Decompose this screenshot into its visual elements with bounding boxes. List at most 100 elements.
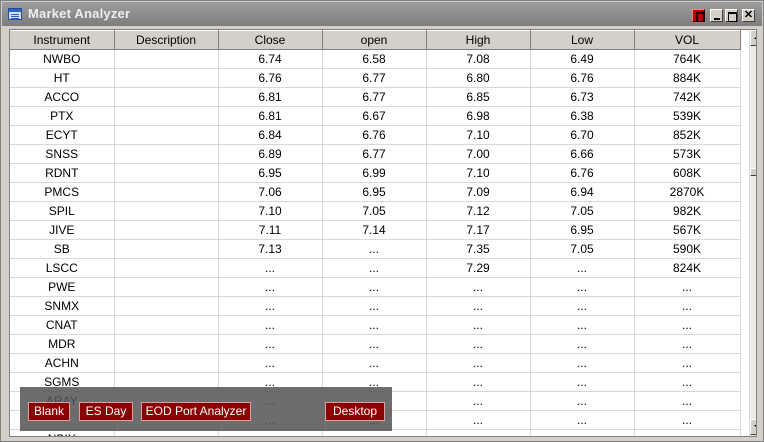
cell-high: 7.00 bbox=[426, 144, 531, 164]
cell-vol: 982K bbox=[634, 201, 741, 221]
cell-instrument: HT bbox=[10, 68, 115, 88]
cell-high: ... bbox=[426, 391, 531, 411]
cell-open: 6.67 bbox=[322, 106, 427, 126]
cell-high: ... bbox=[426, 353, 531, 373]
cell-description bbox=[114, 87, 219, 107]
blank-workspace-button[interactable]: Blank bbox=[28, 402, 70, 421]
minimize-button[interactable] bbox=[710, 9, 723, 22]
cell-vol: ... bbox=[634, 315, 741, 335]
cell-low: ... bbox=[530, 315, 635, 335]
cell-close: 7.10 bbox=[218, 201, 323, 221]
column-header-open[interactable]: open bbox=[322, 30, 427, 50]
market-analyzer-grid: Instrument Description Close open High L… bbox=[9, 29, 757, 437]
cell-high: 7.12 bbox=[426, 201, 531, 221]
scroll-up-arrow-icon[interactable] bbox=[750, 30, 756, 46]
table-row[interactable]: HT 6.76 6.77 6.80 6.76 884K bbox=[10, 68, 741, 88]
workspace-toolbar: Blank ES Day EOD Port Analyzer Desktop bbox=[20, 387, 392, 431]
scroll-thumb[interactable] bbox=[750, 168, 756, 176]
cell-high: 7.29 bbox=[426, 258, 531, 278]
cell-vol: 2870K bbox=[634, 182, 741, 202]
cell-low: ... bbox=[530, 429, 635, 436]
window-title: Market Analyzer bbox=[28, 6, 131, 21]
table-row[interactable]: SNMX............... bbox=[10, 296, 741, 316]
cell-vol: 764K bbox=[634, 49, 741, 69]
cell-description bbox=[114, 125, 219, 145]
cell-open: 6.99 bbox=[322, 163, 427, 183]
cell-instrument: NWBO bbox=[10, 49, 115, 69]
cell-instrument: PMCS bbox=[10, 182, 115, 202]
cell-low: 6.70 bbox=[530, 125, 635, 145]
table-row[interactable]: NWBO 6.74 6.58 7.08 6.49 764K bbox=[10, 49, 741, 69]
table-row[interactable]: PWE............... bbox=[10, 277, 741, 297]
cell-vol: 824K bbox=[634, 258, 741, 278]
cell-instrument: SPIL bbox=[10, 201, 115, 221]
cell-close: 6.95 bbox=[218, 163, 323, 183]
table-row[interactable]: ECYT 6.84 6.76 7.10 6.70 852K bbox=[10, 125, 741, 145]
cell-high: 7.09 bbox=[426, 182, 531, 202]
cell-open: ... bbox=[322, 239, 427, 259]
cell-vol: ... bbox=[634, 429, 741, 436]
market-analyzer-window: Market Analyzer ✕ Instrument Description… bbox=[0, 0, 764, 442]
cell-close: 6.81 bbox=[218, 87, 323, 107]
cell-instrument: PWE bbox=[10, 277, 115, 297]
cell-open: ... bbox=[322, 315, 427, 335]
cell-high: ... bbox=[426, 296, 531, 316]
cell-vol: 567K bbox=[634, 220, 741, 240]
cell-close: 6.89 bbox=[218, 144, 323, 164]
column-header-high[interactable]: High bbox=[426, 30, 531, 50]
cell-open: 6.95 bbox=[322, 182, 427, 202]
cell-description bbox=[114, 201, 219, 221]
cell-high: 7.35 bbox=[426, 239, 531, 259]
column-header-instrument[interactable]: Instrument bbox=[10, 30, 115, 50]
column-header-low[interactable]: Low bbox=[530, 30, 635, 50]
link-icon[interactable] bbox=[692, 9, 705, 22]
cell-vol: 573K bbox=[634, 144, 741, 164]
table-row[interactable]: PMCS 7.06 6.95 7.09 6.94 2870K bbox=[10, 182, 741, 202]
table-row[interactable]: SNSS 6.89 6.77 7.00 6.66 573K bbox=[10, 144, 741, 164]
table-row[interactable]: RDNT 6.95 6.99 7.10 6.76 608K bbox=[10, 163, 741, 183]
table-row[interactable]: ACCO 6.81 6.77 6.85 6.73 742K bbox=[10, 87, 741, 107]
cell-open: 6.58 bbox=[322, 49, 427, 69]
cell-high: 6.80 bbox=[426, 68, 531, 88]
cell-instrument: SB bbox=[10, 239, 115, 259]
cell-low: ... bbox=[530, 334, 635, 354]
table-row[interactable]: SB 7.13... 7.35 7.05 590K bbox=[10, 239, 741, 259]
table-row[interactable]: CNAT............... bbox=[10, 315, 741, 335]
title-bar[interactable]: Market Analyzer ✕ bbox=[2, 2, 762, 26]
cell-high: ... bbox=[426, 410, 531, 430]
header-row: Instrument Description Close open High L… bbox=[10, 30, 741, 50]
cell-low: 6.49 bbox=[530, 49, 635, 69]
close-button[interactable]: ✕ bbox=[742, 9, 755, 22]
maximize-button[interactable] bbox=[725, 9, 738, 22]
cell-vol: ... bbox=[634, 296, 741, 316]
cell-close: 6.76 bbox=[218, 68, 323, 88]
instrument-table: Instrument Description Close open High L… bbox=[10, 30, 741, 436]
cell-description bbox=[114, 258, 219, 278]
eod-port-analyzer-workspace-button[interactable]: EOD Port Analyzer bbox=[141, 402, 251, 421]
cell-open: 6.77 bbox=[322, 87, 427, 107]
table-row[interactable]: SPIL 7.10 7.05 7.12 7.05 982K bbox=[10, 201, 741, 221]
cell-instrument: ACHN bbox=[10, 353, 115, 373]
es-day-workspace-button[interactable]: ES Day bbox=[79, 402, 133, 421]
cell-vol: 539K bbox=[634, 106, 741, 126]
cell-vol: 852K bbox=[634, 125, 741, 145]
column-header-vol[interactable]: VOL bbox=[634, 30, 741, 50]
table-body: NWBO 6.74 6.58 7.08 6.49 764K HT 6.76 6.77 6.80 6.… bbox=[10, 49, 741, 436]
vertical-scrollbar[interactable] bbox=[749, 30, 756, 436]
cell-vol: ... bbox=[634, 410, 741, 430]
column-header-close[interactable]: Close bbox=[218, 30, 323, 50]
desktop-workspace-button[interactable]: Desktop bbox=[325, 402, 385, 421]
cell-instrument: CNAT bbox=[10, 315, 115, 335]
cell-description bbox=[114, 353, 219, 373]
column-header-description[interactable]: Description bbox=[114, 30, 219, 50]
table-row[interactable]: LSCC...... 7.29... 824K bbox=[10, 258, 741, 278]
cell-description bbox=[114, 315, 219, 335]
table-row[interactable]: ACHN............... bbox=[10, 353, 741, 373]
table-row[interactable]: MDR............... bbox=[10, 334, 741, 354]
scroll-down-arrow-icon[interactable] bbox=[750, 419, 756, 435]
table-row[interactable]: JIVE 7.11 7.14 7.17 6.95 567K bbox=[10, 220, 741, 240]
cell-vol: ... bbox=[634, 372, 741, 392]
table-row[interactable]: PTX 6.81 6.67 6.98 6.38 539K bbox=[10, 106, 741, 126]
cell-instrument: ACCO bbox=[10, 87, 115, 107]
cell-open: 6.77 bbox=[322, 144, 427, 164]
